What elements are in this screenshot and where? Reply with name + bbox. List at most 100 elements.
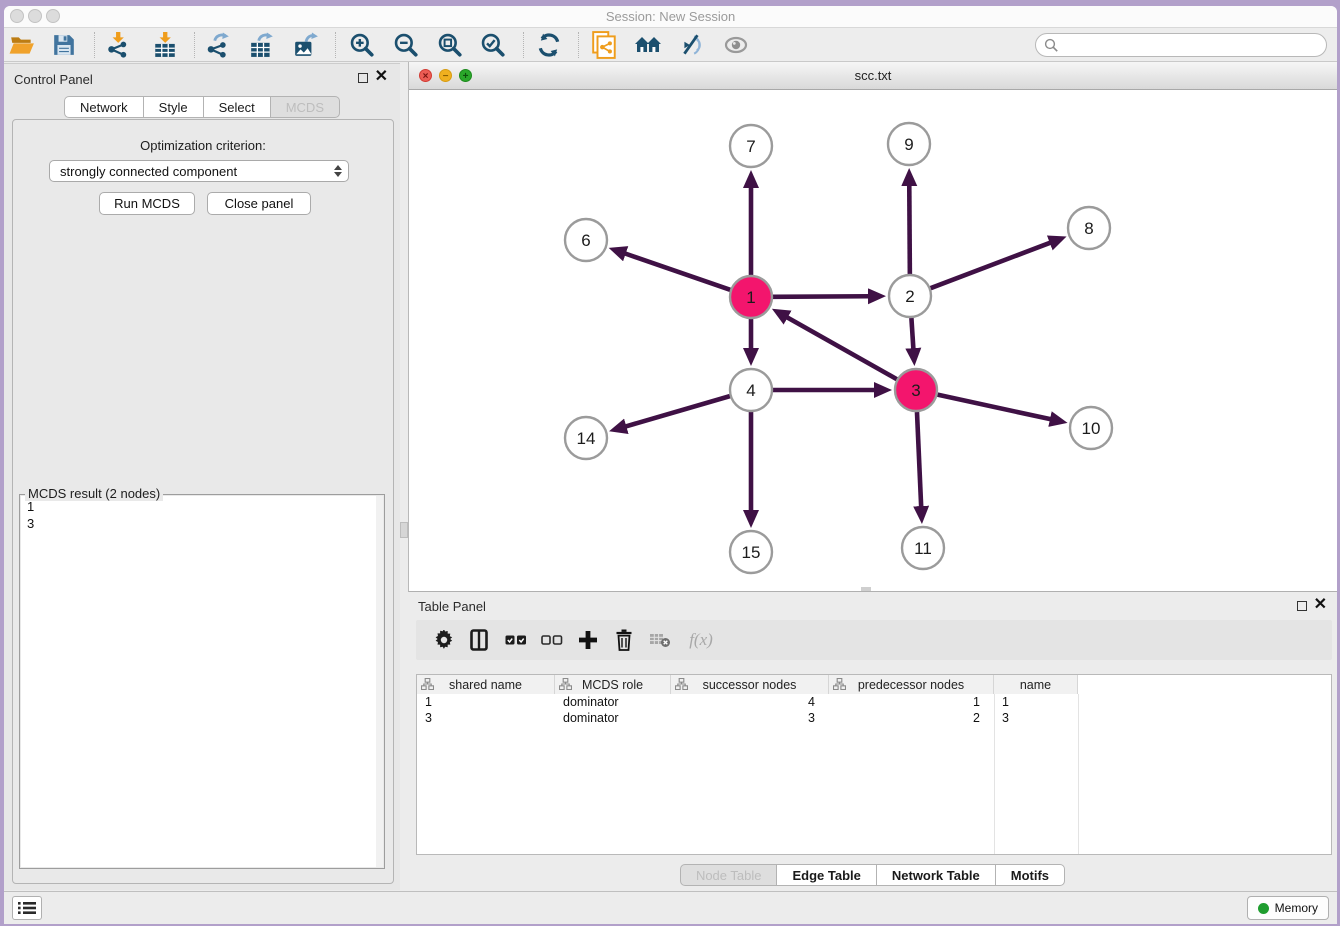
tab-motifs[interactable]: Motifs (995, 864, 1065, 886)
mcds-result-title: MCDS result (2 nodes) (25, 486, 163, 501)
edge-2-3[interactable] (911, 318, 913, 349)
network-view-panel: × − + scc.txt 7968124314101511 (408, 62, 1337, 592)
network-canvas[interactable]: 7968124314101511 (409, 90, 1337, 591)
column-header-predecessor-nodes[interactable]: predecessor nodes (829, 675, 994, 694)
dropdown-stepper-icon (330, 163, 345, 179)
network-graph[interactable]: 7968124314101511 (409, 90, 1337, 590)
control-panel: Control Panel ✕ NetworkStyleSelectMCDS O… (4, 63, 400, 890)
add-column-icon[interactable] (570, 625, 606, 655)
mcds-tab-content: Optimization criterion: strongly connect… (12, 119, 394, 884)
node-label-7: 7 (746, 137, 755, 156)
function-builder-icon: f(x) (678, 625, 724, 655)
panel-splitter-handle[interactable] (400, 522, 408, 538)
hierarchy-icon (421, 678, 434, 693)
table-panel: Table Panel ✕ (408, 594, 1337, 890)
export-network-icon[interactable] (201, 30, 235, 60)
tab-network-table[interactable]: Network Table (876, 864, 996, 886)
cell-name[interactable]: 3 (994, 710, 1078, 726)
edge-3-1[interactable] (787, 317, 897, 379)
task-list-icon (18, 901, 36, 915)
hierarchy-icon (559, 678, 572, 693)
run-mcds-button[interactable]: Run MCDS (99, 192, 195, 215)
zoom-selected-icon[interactable] (476, 30, 510, 60)
tab-network[interactable]: Network (64, 96, 144, 118)
search-input[interactable] (1035, 33, 1327, 57)
node-label-10: 10 (1082, 419, 1101, 438)
edge-2-8[interactable] (931, 243, 1051, 289)
export-image-icon[interactable] (289, 30, 323, 60)
app-titlebar: Session: New Session (4, 6, 1337, 28)
delete-columns-icon[interactable] (606, 625, 642, 655)
delete-table-icon[interactable] (642, 625, 678, 655)
table-header-row: shared nameMCDS rolesuccessor nodesprede… (417, 675, 1078, 694)
apply-layout-icon[interactable] (532, 30, 566, 60)
hierarchy-icon (675, 678, 688, 693)
cell-MCDS-role[interactable]: dominator (555, 694, 671, 710)
node-label-3: 3 (911, 381, 920, 400)
edge-4-14[interactable] (625, 396, 730, 426)
toolbar-separator (335, 32, 336, 58)
column-header-shared-name[interactable]: shared name (417, 675, 555, 694)
result-scrollbar[interactable] (376, 496, 383, 867)
column-header-successor-nodes[interactable]: successor nodes (671, 675, 829, 694)
memory-button[interactable]: Memory (1247, 896, 1329, 920)
status-bar: Memory (4, 891, 1337, 924)
hide-panel-icon[interactable] (675, 30, 709, 60)
tab-select[interactable]: Select (203, 96, 271, 118)
tab-edge-table[interactable]: Edge Table (776, 864, 876, 886)
cell-predecessor-nodes[interactable]: 1 (829, 694, 994, 710)
save-session-icon[interactable] (47, 30, 81, 60)
float-panel-icon[interactable] (358, 73, 368, 83)
close-panel-button[interactable]: Close panel (207, 192, 311, 215)
cell-shared-name[interactable]: 1 (417, 694, 555, 710)
column-header-MCDS-role[interactable]: MCDS role (555, 675, 671, 694)
open-network-from-ndex-icon[interactable] (587, 30, 621, 60)
export-table-icon[interactable] (245, 30, 279, 60)
ndex-home-icon[interactable] (631, 30, 665, 60)
table-row[interactable]: 3dominator323 (417, 710, 1078, 726)
table-row[interactable]: 1dominator411 (417, 694, 1078, 710)
zoom-fit-icon[interactable] (433, 30, 467, 60)
cell-successor-nodes[interactable]: 4 (671, 694, 829, 710)
toolbar-separator (194, 32, 195, 58)
mcds-result-group: MCDS result (2 nodes) 1 3 (19, 494, 385, 869)
node-label-6: 6 (581, 231, 590, 250)
zoom-in-icon[interactable] (345, 30, 379, 60)
node-label-4: 4 (746, 381, 755, 400)
tab-mcds[interactable]: MCDS (270, 96, 340, 118)
node-label-9: 9 (904, 135, 913, 154)
edge-3-11[interactable] (917, 412, 921, 507)
tab-node-table[interactable]: Node Table (680, 864, 778, 886)
edge-1-2[interactable] (773, 296, 869, 297)
select-all-columns-icon[interactable] (498, 625, 534, 655)
open-session-icon[interactable] (5, 30, 39, 60)
show-columns-icon[interactable] (462, 625, 498, 655)
settings-gear-icon[interactable] (426, 625, 462, 655)
cell-successor-nodes[interactable]: 3 (671, 710, 829, 726)
node-table[interactable]: shared nameMCDS rolesuccessor nodesprede… (416, 674, 1332, 855)
criterion-dropdown[interactable]: strongly connected component (49, 160, 349, 182)
node-label-1: 1 (746, 288, 755, 307)
network-titlebar[interactable]: × − + scc.txt (409, 62, 1337, 90)
node-label-11: 11 (914, 539, 932, 558)
mcds-result-text[interactable]: 1 3 (21, 496, 376, 867)
network-resize-handle[interactable] (861, 587, 871, 591)
table-float-icon[interactable] (1297, 601, 1307, 611)
column-header-name[interactable]: name (994, 675, 1078, 694)
deselect-all-columns-icon[interactable] (534, 625, 570, 655)
cell-predecessor-nodes[interactable]: 2 (829, 710, 994, 726)
tab-style[interactable]: Style (143, 96, 204, 118)
cell-shared-name[interactable]: 3 (417, 710, 555, 726)
import-network-icon[interactable] (101, 30, 135, 60)
zoom-out-icon[interactable] (389, 30, 423, 60)
cell-name[interactable]: 1 (994, 694, 1078, 710)
edge-3-10[interactable] (937, 395, 1050, 420)
close-panel-icon[interactable]: ✕ (375, 68, 388, 86)
edge-2-9[interactable] (909, 185, 910, 274)
import-table-icon[interactable] (148, 30, 182, 60)
column-divider (1078, 694, 1079, 854)
cell-MCDS-role[interactable]: dominator (555, 710, 671, 726)
table-close-icon[interactable]: ✕ (1314, 596, 1327, 614)
task-history-button[interactable] (12, 896, 42, 920)
edge-1-6[interactable] (625, 253, 730, 289)
